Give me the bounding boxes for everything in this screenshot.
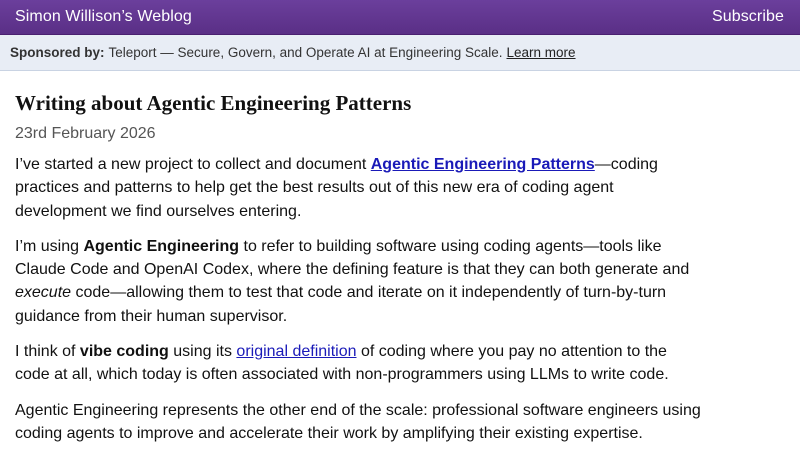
p2-text-after: code—allowing them to test that code and…	[15, 284, 667, 325]
sponsor-banner: Sponsored by: Teleport — Secure, Govern,…	[0, 35, 800, 71]
p2-text-before: I’m using	[15, 237, 84, 255]
paragraph-1: I’ve started a new project to collect an…	[15, 153, 705, 223]
agentic-engineering-patterns-link[interactable]: Agentic Engineering Patterns	[371, 156, 595, 173]
article-date: 23rd February 2026	[15, 125, 156, 142]
p2-bold-term: Agentic Engineering	[83, 237, 240, 255]
sponsor-label: Sponsored by:	[10, 45, 105, 60]
paragraph-2: I’m using Agentic Engineering to refer t…	[15, 235, 705, 328]
site-title-link[interactable]: Simon Willison’s Weblog	[15, 8, 192, 26]
original-definition-link[interactable]: original definition	[236, 343, 356, 360]
p1-text-before: I’ve started a new project to collect an…	[15, 156, 371, 173]
article: Writing about Agentic Engineering Patter…	[0, 90, 720, 445]
p3-text-middle: using its	[168, 343, 237, 361]
sponsor-learn-more-link[interactable]: Learn more	[507, 45, 576, 60]
sponsor-text: Teleport — Secure, Govern, and Operate A…	[108, 45, 503, 60]
subscribe-link[interactable]: Subscribe	[712, 8, 784, 26]
paragraph-4: Agentic Engineering represents the other…	[15, 401, 701, 442]
article-title: Writing about Agentic Engineering Patter…	[15, 91, 412, 115]
p2-italic-term: execute	[15, 284, 72, 302]
site-header: Simon Willison’s Weblog Subscribe	[0, 0, 800, 35]
p3-text-before: I think of	[15, 343, 80, 361]
p3-bold-term: vibe coding	[79, 343, 169, 361]
paragraph-3: I think of vibe coding using its origina…	[15, 340, 705, 387]
